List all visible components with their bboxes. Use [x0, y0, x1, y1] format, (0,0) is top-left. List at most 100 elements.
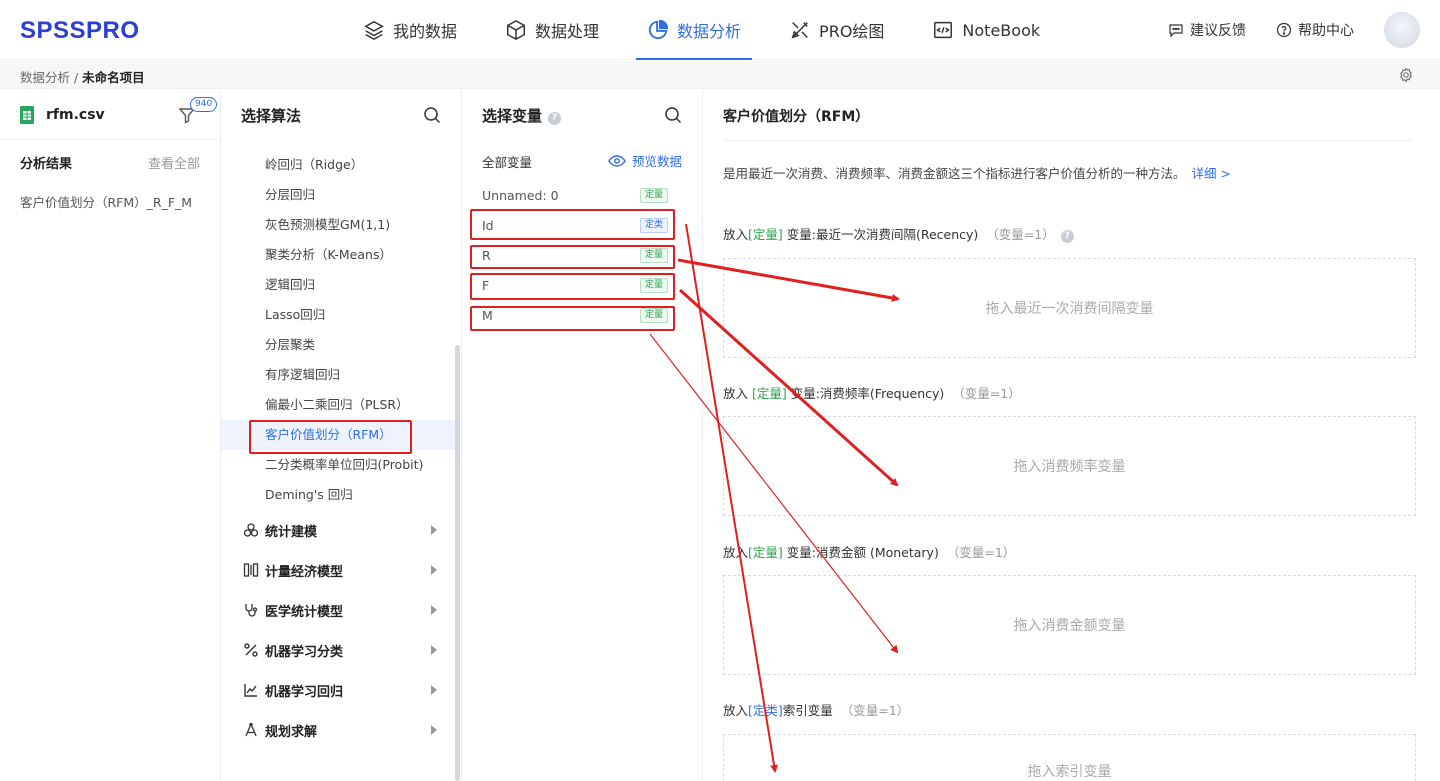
algorithm-item[interactable]: Deming's 回归 [221, 480, 457, 510]
slot-type-tag: [定量] [748, 545, 783, 560]
description-text: 是用最近一次消费、消费频率、消费金额这三个指标进行客户价值分析的一种方法。 [723, 166, 1186, 181]
algorithm-item[interactable]: 逻辑回归 [221, 270, 457, 300]
dropzone-recency[interactable]: 拖入最近一次消费间隔变量 [723, 258, 1416, 358]
search-icon[interactable] [423, 106, 441, 124]
user-avatar[interactable] [1384, 12, 1420, 48]
dropzone-index[interactable]: 拖入索引变量 [723, 734, 1416, 781]
algorithm-item[interactable]: 岭回归（Ridge） [221, 150, 457, 180]
view-all-link[interactable]: 查看全部 [148, 153, 200, 172]
annotation-box-r [470, 245, 675, 269]
nav-my-data[interactable]: 我的数据 [360, 0, 460, 60]
all-variables-row: 全部变量 预览数据 [482, 152, 682, 171]
category-label: 机器学习分类 [265, 644, 344, 660]
caret-right-icon [431, 685, 437, 695]
variable-name: Unnamed: 0 [482, 188, 559, 203]
slot-text: 变量:消费金额 (Monetary) [782, 545, 939, 560]
preview-label: 预览数据 [631, 154, 682, 169]
slot-text: 变量:最近一次消费间隔(Recency) [782, 227, 979, 242]
nav-pro-drawing[interactable]: PRO绘图 [786, 0, 887, 60]
dropzone-frequency[interactable]: 拖入消费频率变量 [723, 416, 1416, 516]
algorithm-item[interactable]: 偏最小二乘回归（PLSR） [221, 390, 457, 420]
algorithm-scrollbar[interactable] [455, 345, 460, 781]
algorithm-item[interactable]: 分层聚类 [221, 330, 457, 360]
category-medical-statistics[interactable]: 医学统计模型 [221, 590, 457, 630]
nav-data-analysis[interactable]: 数据分析 [636, 0, 753, 60]
help-center-label: 帮助中心 [1298, 23, 1354, 39]
algorithm-item[interactable]: Lasso回归 [221, 300, 457, 330]
slot-prefix: 放入 [723, 386, 752, 401]
nav-data-processing[interactable]: 数据处理 [502, 0, 602, 60]
variable-item[interactable]: Unnamed: 0 定量 [482, 185, 668, 207]
algorithm-item[interactable]: 分层回归 [221, 180, 457, 210]
breadcrumb-parent[interactable]: 数据分析 / [20, 70, 78, 85]
category-statistical-modeling[interactable]: 统计建模 [221, 510, 457, 550]
algorithm-item[interactable]: 聚类分析（K-Means） [221, 240, 457, 270]
circles-icon [243, 523, 259, 537]
variable-panel: 选择变量? 全部变量 预览数据 Unnamed: 0 定量 Id 定类 R 定量… [462, 90, 703, 781]
category-optimization[interactable]: 规划求解 [221, 710, 457, 750]
layers-icon [364, 20, 384, 41]
slot-label-frequency: 放入 [定量] 变量:消费频率(Frequency) （变量=1） [723, 383, 1021, 402]
cube-icon [507, 19, 525, 41]
category-label: 机器学习回归 [265, 684, 344, 700]
app-logo[interactable]: SPSSPRO [20, 17, 140, 45]
search-icon[interactable] [664, 106, 682, 124]
result-item[interactable]: 客户价值划分（RFM）_R_F_M [0, 192, 220, 211]
breadcrumb-bar: 数据分析 / 未命名项目 [0, 61, 1440, 89]
slot-limit: （变量=1） [840, 703, 910, 718]
slot-limit: （变量=1） [946, 545, 1016, 560]
type-tag: 定量 [639, 188, 668, 203]
slot-text: 变量:消费频率(Frequency) [786, 386, 945, 401]
preview-data-button[interactable]: 预览数据 [608, 151, 682, 170]
pie-chart-icon [648, 19, 669, 40]
results-header: 分析结果 查看全部 [0, 153, 220, 172]
help-center-link[interactable]: 帮助中心 [1276, 20, 1354, 40]
top-right-actions: 建议反馈 帮助中心 [1168, 0, 1420, 60]
annotation-box-id [470, 209, 675, 240]
caret-right-icon [431, 645, 437, 655]
algorithm-item[interactable]: 有序逻辑回归 [221, 360, 457, 390]
dropzone-monetary[interactable]: 拖入消费金额变量 [723, 575, 1416, 675]
feedback-label: 建议反馈 [1190, 23, 1246, 39]
main-nav: 我的数据 数据处理 数据分析 PRO绘图 NoteBook [360, 0, 1085, 60]
category-ml-classification[interactable]: 机器学习分类 [221, 630, 457, 670]
algorithm-header: 选择算法 [221, 90, 461, 140]
columns-icon [243, 563, 259, 577]
feedback-link[interactable]: 建议反馈 [1168, 20, 1246, 40]
slot-type-tag: [定量] [748, 227, 783, 242]
compass-icon [245, 722, 257, 737]
slot-label-recency: 放入[定量] 变量:最近一次消费间隔(Recency) （变量=1）? [723, 224, 1074, 243]
eye-icon [608, 154, 626, 167]
gear-icon[interactable] [1398, 67, 1414, 83]
details-link[interactable]: 详细 > [1192, 166, 1231, 181]
category-econometrics[interactable]: 计量经济模型 [221, 550, 457, 590]
stethoscope-icon [245, 604, 258, 617]
slot-label-monetary: 放入[定量] 变量:消费金额 (Monetary) （变量=1） [723, 542, 1015, 561]
caret-right-icon [431, 525, 437, 535]
variable-title: 选择变量 [482, 106, 543, 125]
spreadsheet-icon [20, 105, 34, 124]
variable-header: 选择变量? [462, 90, 702, 140]
slot-label-index: 放入[定类]索引变量 （变量=1） [723, 700, 909, 719]
code-icon [934, 21, 953, 39]
config-panel: 客户价值划分（RFM） 是用最近一次消费、消费频率、消费金额这三个指标进行客户价… [703, 90, 1440, 781]
all-variables-label: 全部变量 [482, 155, 533, 170]
category-label: 规划求解 [265, 724, 318, 740]
algorithm-item[interactable]: 二分类概率单位回归(Probit) [221, 450, 457, 480]
panel-title: 客户价值划分（RFM） [723, 109, 870, 125]
file-row[interactable]: rfm.csv 940 [0, 90, 220, 140]
algorithm-item[interactable]: 灰色预测模型GM(1,1) [221, 210, 457, 240]
help-icon[interactable]: ? [1060, 230, 1074, 243]
nav-label: NoteBook [962, 20, 1041, 40]
trend-chart-icon [244, 684, 257, 697]
category-ml-regression[interactable]: 机器学习回归 [221, 670, 457, 710]
nav-notebook[interactable]: NoteBook [929, 0, 1043, 60]
divider [723, 140, 1413, 141]
nav-label: 数据处理 [535, 22, 600, 41]
breadcrumb: 数据分析 / 未命名项目 [20, 67, 145, 86]
chat-icon [1169, 24, 1183, 38]
question-circle-icon [1276, 22, 1292, 38]
help-icon[interactable]: ? [548, 111, 562, 125]
caret-right-icon [431, 565, 437, 575]
slot-type-tag: [定类] [748, 703, 783, 718]
